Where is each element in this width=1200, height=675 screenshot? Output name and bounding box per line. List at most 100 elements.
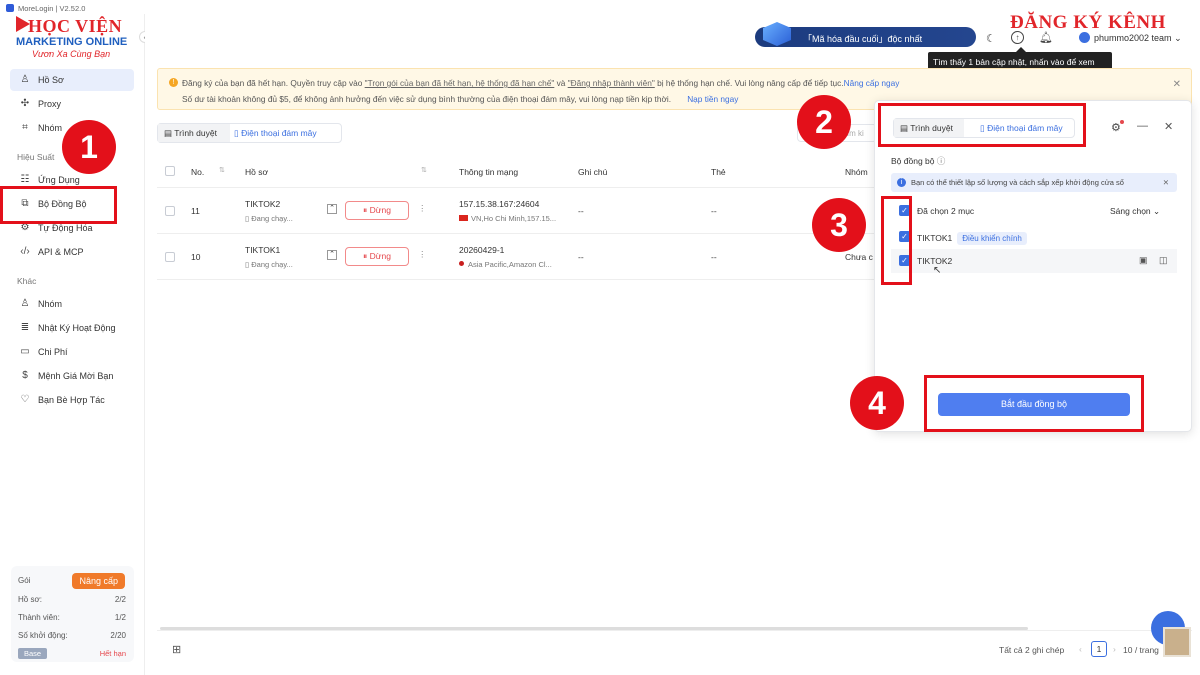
plan-badge: Base bbox=[18, 648, 48, 659]
close-icon[interactable]: ✕ bbox=[1164, 120, 1173, 133]
e2e-promo-button[interactable]: 「Mã hóa đầu cuối」độc nhất bbox=[755, 22, 976, 47]
brand-logo: HỌC VIỆN MARKETING ONLINE Vươn Xa Cùng B… bbox=[16, 14, 136, 62]
row-location-text: VN,Ho Chi Minh,157.15... bbox=[471, 214, 557, 223]
help-icon[interactable]: ⓘ bbox=[937, 156, 946, 166]
row-no: 11 bbox=[191, 206, 200, 216]
sort-icon[interactable]: ⇅ bbox=[219, 166, 225, 174]
stop-button[interactable]: ⏸ Dừng bbox=[345, 201, 409, 220]
sidebar-item-label: Nhóm bbox=[38, 299, 63, 309]
sidebar-item-api[interactable]: ‹/› API & MCP bbox=[10, 241, 134, 263]
banner-text: Đăng ký của bạn đã hết hạn. Quyền truy c… bbox=[182, 78, 365, 88]
row-status-text: Đang chạy... bbox=[251, 214, 293, 223]
row-ip: 20260429-1 bbox=[459, 245, 505, 255]
user-name: phummo2002 team bbox=[1094, 33, 1172, 43]
table-row[interactable]: 10 TIKTOK1 ▯ Đang chạy... ⌃ ⏸ Dừng ⋮ 202… bbox=[157, 234, 877, 280]
sidebar-item-activity-log[interactable]: ≣ Nhật Ký Hoạt Động bbox=[10, 317, 134, 339]
selected-count: Đã chọn 2 mục bbox=[917, 206, 975, 216]
browser-icon: ▤ bbox=[164, 128, 173, 138]
row-checkbox[interactable] bbox=[165, 252, 175, 262]
more-icon[interactable]: ⋮ bbox=[418, 203, 427, 214]
row-location-text: Asia Pacific,Amazon Cl... bbox=[468, 260, 552, 269]
phone-icon: ▯ bbox=[234, 128, 239, 138]
col-tag: Thẻ bbox=[711, 167, 726, 177]
sort-icon[interactable]: ⇅ bbox=[421, 166, 427, 174]
chevron-down-icon: ⌄ bbox=[1174, 33, 1182, 43]
stop-label: Dừng bbox=[369, 251, 391, 261]
sync-item-name: TIKTOK1 bbox=[917, 233, 953, 243]
presenter-thumbnail bbox=[1163, 627, 1191, 657]
arrange-dropdown[interactable]: Sáng chọn ⌄ bbox=[1110, 206, 1160, 217]
banner-link-plan[interactable]: "Trọn gói của bạn đã hết hạn, hệ thống đ… bbox=[365, 78, 555, 88]
sidebar-item-proxy[interactable]: ✣ Proxy bbox=[10, 93, 134, 115]
row-ip: 157.15.38.167:24604 bbox=[459, 199, 540, 209]
close-icon[interactable]: ✕ bbox=[1163, 178, 1169, 187]
sidebar-item-cost[interactable]: ▭ Chi Phí bbox=[10, 341, 134, 363]
split-view-icon[interactable]: ◫ bbox=[1159, 255, 1168, 266]
sidebar-item-referral[interactable]: $ Mệnh Giá Mời Bạn bbox=[10, 365, 134, 387]
section-other: Khác bbox=[17, 276, 37, 286]
plan-row-members: Thành viên: 1/2 bbox=[18, 613, 126, 623]
plan-row-value: 1/2 bbox=[114, 613, 126, 622]
minimize-icon[interactable]: — bbox=[1137, 120, 1148, 132]
table-row[interactable]: 11 TIKTOK2 ▯ Đang chạy... ⌃ ⏸ Dừng ⋮ 157… bbox=[157, 188, 877, 234]
section-performance: Hiệu Suất bbox=[17, 152, 55, 162]
sidebar-item-label: Nhóm bbox=[38, 123, 63, 133]
plan-row-profiles: Hồ sơ: 2/2 bbox=[18, 595, 126, 605]
tab-browser[interactable]: ▤ Trình duyệt bbox=[158, 124, 230, 142]
row-tag: -- bbox=[711, 206, 717, 216]
logo-line3: Vươn Xa Cùng Bạn bbox=[32, 49, 111, 59]
sync-item[interactable]: ✓ TIKTOK1 Điều khiển chính bbox=[891, 225, 1177, 249]
window-front-icon[interactable]: ⌃ bbox=[327, 250, 337, 260]
window-front-icon[interactable]: ⌃ bbox=[327, 204, 337, 214]
chevron-down-icon: ⌄ bbox=[1153, 206, 1161, 216]
upgrade-button[interactable]: Nâng cấp bbox=[72, 573, 125, 589]
window-icon[interactable]: ▣ bbox=[1139, 255, 1148, 266]
row-no: 10 bbox=[191, 252, 201, 262]
vn-flag-icon bbox=[459, 215, 468, 221]
plan-row-launches: Số khởi động: 2/20 bbox=[18, 631, 126, 641]
view-tabs: ▤ Trình duyệt ▯ Điện thoại đám mây bbox=[157, 123, 342, 143]
row-status: ▯ Đang chạy... bbox=[245, 214, 293, 223]
highlight-box-checkboxes bbox=[881, 196, 912, 285]
row-status: ▯ Đang chạy... bbox=[245, 260, 293, 269]
phone-icon: ▯ bbox=[245, 214, 250, 223]
row-location: Asia Pacific,Amazon Cl... bbox=[459, 260, 552, 269]
page-number[interactable]: 1 bbox=[1091, 641, 1107, 657]
stop-button[interactable]: ⏸ Dừng bbox=[345, 247, 409, 266]
logo-line1: HỌC VIỆN bbox=[28, 16, 123, 36]
topup-link[interactable]: Nạp tiền ngay bbox=[687, 94, 738, 104]
sidebar-item-label: Hồ Sơ bbox=[38, 75, 64, 85]
tab-cloud-phone[interactable]: ▯ Điện thoại đám mây bbox=[234, 128, 317, 139]
sidebar-item-label: Bạn Bè Hợp Tác bbox=[38, 395, 105, 405]
banner-line1: Đăng ký của bạn đã hết hạn. Quyền truy c… bbox=[182, 78, 899, 88]
table-footer: ⊞ Tất cả 2 ghi chép ‹ 1 › 10 / trang bbox=[157, 630, 1192, 666]
next-page-icon[interactable]: › bbox=[1113, 644, 1116, 654]
theme-moon-icon[interactable]: ☾ bbox=[986, 32, 996, 45]
close-icon[interactable]: ✕ bbox=[1173, 79, 1181, 90]
logo-line2: MARKETING ONLINE bbox=[16, 36, 128, 48]
tab-label: Điện thoại đám mây bbox=[241, 128, 317, 138]
sidebar-item-label: Ứng Dụng bbox=[38, 175, 80, 185]
step-number-2: 2 bbox=[797, 95, 851, 149]
row-profile-name: TIKTOK1 bbox=[245, 245, 281, 255]
upgrade-now-link[interactable]: Nâng cấp ngay bbox=[844, 78, 900, 88]
sidebar-item-team[interactable]: ♙ Nhóm bbox=[10, 293, 134, 315]
row-tag: -- bbox=[711, 252, 717, 262]
app-icon bbox=[6, 4, 14, 12]
apps-icon: ☷ bbox=[20, 174, 30, 185]
sidebar-item-profiles[interactable]: ♙ Hồ Sơ bbox=[10, 69, 134, 91]
row-checkbox[interactable] bbox=[165, 206, 175, 216]
sidebar-item-partners[interactable]: ♡ Bạn Bè Hợp Tác bbox=[10, 389, 134, 411]
select-all-checkbox[interactable] bbox=[165, 166, 175, 176]
more-icon[interactable]: ⋮ bbox=[418, 249, 427, 260]
banner-link-login[interactable]: "Đăng nhập thành viên" bbox=[568, 78, 655, 88]
prev-page-icon[interactable]: ‹ bbox=[1079, 644, 1082, 654]
column-settings-icon[interactable]: ⊞ bbox=[172, 643, 181, 656]
col-group: Nhóm bbox=[845, 167, 868, 177]
plan-expired: Hết hạn bbox=[99, 649, 126, 658]
dollar-icon: $ bbox=[22, 370, 28, 381]
row-note: -- bbox=[578, 252, 584, 262]
info-icon: i bbox=[897, 178, 906, 187]
page-size-select[interactable]: 10 / trang bbox=[1123, 645, 1159, 655]
banner-text: Số dư tài khoản không đủ $5, để không ản… bbox=[182, 94, 672, 104]
